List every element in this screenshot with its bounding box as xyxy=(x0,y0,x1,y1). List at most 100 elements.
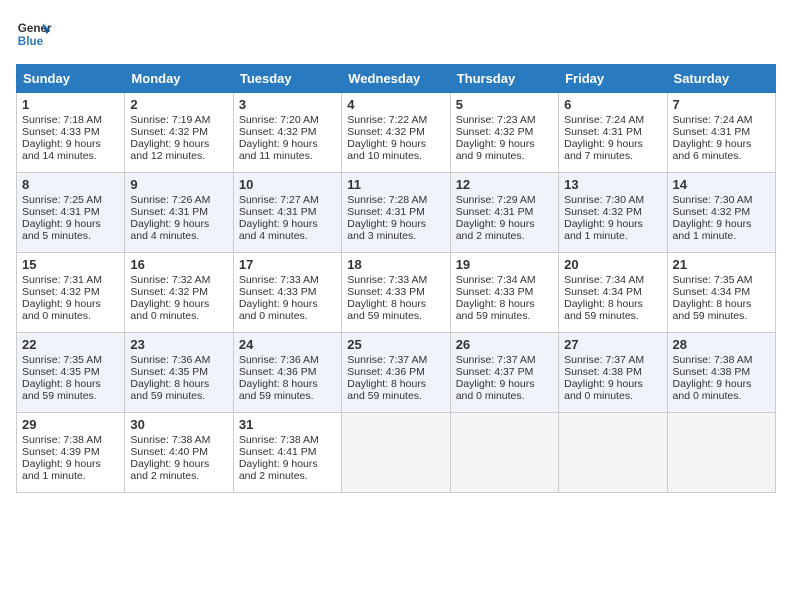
day-info: Sunrise: 7:33 AM xyxy=(347,274,444,286)
day-number: 23 xyxy=(130,337,227,352)
day-info: and 3 minutes. xyxy=(347,230,444,242)
day-number: 14 xyxy=(673,177,770,192)
calendar-cell: 16Sunrise: 7:32 AMSunset: 4:32 PMDayligh… xyxy=(125,253,233,333)
calendar-cell: 25Sunrise: 7:37 AMSunset: 4:36 PMDayligh… xyxy=(342,333,450,413)
day-number: 3 xyxy=(239,97,336,112)
day-info: and 4 minutes. xyxy=(239,230,336,242)
day-info: Sunset: 4:35 PM xyxy=(22,366,119,378)
day-info: Sunset: 4:38 PM xyxy=(673,366,770,378)
calendar-cell: 17Sunrise: 7:33 AMSunset: 4:33 PMDayligh… xyxy=(233,253,341,333)
day-info: Sunset: 4:31 PM xyxy=(22,206,119,218)
calendar-cell: 13Sunrise: 7:30 AMSunset: 4:32 PMDayligh… xyxy=(559,173,667,253)
day-info: Sunset: 4:32 PM xyxy=(239,126,336,138)
day-info: Daylight: 9 hours xyxy=(239,298,336,310)
day-info: and 2 minutes. xyxy=(130,470,227,482)
day-number: 29 xyxy=(22,417,119,432)
weekday-header-monday: Monday xyxy=(125,65,233,93)
logo: General Blue xyxy=(16,16,52,52)
calendar-cell: 31Sunrise: 7:38 AMSunset: 4:41 PMDayligh… xyxy=(233,413,341,493)
day-info: Sunrise: 7:37 AM xyxy=(347,354,444,366)
calendar-cell: 18Sunrise: 7:33 AMSunset: 4:33 PMDayligh… xyxy=(342,253,450,333)
calendar-cell: 5Sunrise: 7:23 AMSunset: 4:32 PMDaylight… xyxy=(450,93,558,173)
weekday-header-tuesday: Tuesday xyxy=(233,65,341,93)
day-info: and 59 minutes. xyxy=(456,310,553,322)
day-info: Sunrise: 7:19 AM xyxy=(130,114,227,126)
day-info: Sunrise: 7:30 AM xyxy=(673,194,770,206)
day-info: Sunrise: 7:34 AM xyxy=(564,274,661,286)
day-info: and 12 minutes. xyxy=(130,150,227,162)
day-number: 2 xyxy=(130,97,227,112)
day-info: Sunset: 4:36 PM xyxy=(239,366,336,378)
day-number: 31 xyxy=(239,417,336,432)
day-info: Daylight: 9 hours xyxy=(673,138,770,150)
day-info: and 4 minutes. xyxy=(130,230,227,242)
day-info: Sunset: 4:41 PM xyxy=(239,446,336,458)
day-number: 15 xyxy=(22,257,119,272)
day-info: Daylight: 8 hours xyxy=(22,378,119,390)
calendar-cell: 22Sunrise: 7:35 AMSunset: 4:35 PMDayligh… xyxy=(17,333,125,413)
day-info: Sunset: 4:37 PM xyxy=(456,366,553,378)
day-info: Daylight: 8 hours xyxy=(564,298,661,310)
day-info: and 11 minutes. xyxy=(239,150,336,162)
day-info: Daylight: 8 hours xyxy=(673,298,770,310)
day-info: Sunset: 4:40 PM xyxy=(130,446,227,458)
day-number: 13 xyxy=(564,177,661,192)
calendar-cell: 3Sunrise: 7:20 AMSunset: 4:32 PMDaylight… xyxy=(233,93,341,173)
day-number: 24 xyxy=(239,337,336,352)
day-info: and 59 minutes. xyxy=(347,390,444,402)
day-info: Sunrise: 7:24 AM xyxy=(673,114,770,126)
day-info: Sunrise: 7:18 AM xyxy=(22,114,119,126)
day-number: 19 xyxy=(456,257,553,272)
calendar-cell xyxy=(559,413,667,493)
day-info: Daylight: 9 hours xyxy=(22,138,119,150)
day-info: and 10 minutes. xyxy=(347,150,444,162)
day-info: Sunset: 4:36 PM xyxy=(347,366,444,378)
day-info: Sunrise: 7:38 AM xyxy=(239,434,336,446)
day-number: 6 xyxy=(564,97,661,112)
weekday-header-wednesday: Wednesday xyxy=(342,65,450,93)
calendar-cell: 27Sunrise: 7:37 AMSunset: 4:38 PMDayligh… xyxy=(559,333,667,413)
calendar-cell: 12Sunrise: 7:29 AMSunset: 4:31 PMDayligh… xyxy=(450,173,558,253)
day-number: 4 xyxy=(347,97,444,112)
day-info: Daylight: 8 hours xyxy=(130,378,227,390)
day-info: and 7 minutes. xyxy=(564,150,661,162)
day-info: Sunrise: 7:32 AM xyxy=(130,274,227,286)
day-number: 9 xyxy=(130,177,227,192)
day-info: Sunrise: 7:30 AM xyxy=(564,194,661,206)
week-row-1: 1Sunrise: 7:18 AMSunset: 4:33 PMDaylight… xyxy=(17,93,776,173)
day-info: Daylight: 9 hours xyxy=(239,138,336,150)
weekday-header-saturday: Saturday xyxy=(667,65,775,93)
day-info: Daylight: 9 hours xyxy=(456,218,553,230)
day-info: Daylight: 9 hours xyxy=(673,378,770,390)
day-info: Sunset: 4:34 PM xyxy=(673,286,770,298)
day-info: Sunset: 4:31 PM xyxy=(673,126,770,138)
calendar-cell: 20Sunrise: 7:34 AMSunset: 4:34 PMDayligh… xyxy=(559,253,667,333)
day-info: Sunrise: 7:23 AM xyxy=(456,114,553,126)
day-info: and 6 minutes. xyxy=(673,150,770,162)
day-info: Sunset: 4:33 PM xyxy=(456,286,553,298)
day-info: Daylight: 9 hours xyxy=(130,218,227,230)
day-info: Daylight: 8 hours xyxy=(456,298,553,310)
day-number: 11 xyxy=(347,177,444,192)
calendar-cell: 19Sunrise: 7:34 AMSunset: 4:33 PMDayligh… xyxy=(450,253,558,333)
day-info: Daylight: 9 hours xyxy=(347,138,444,150)
calendar-cell xyxy=(450,413,558,493)
day-info: Daylight: 9 hours xyxy=(130,138,227,150)
day-number: 25 xyxy=(347,337,444,352)
calendar-cell: 8Sunrise: 7:25 AMSunset: 4:31 PMDaylight… xyxy=(17,173,125,253)
day-info: Daylight: 9 hours xyxy=(22,298,119,310)
day-info: Sunset: 4:35 PM xyxy=(130,366,227,378)
week-row-2: 8Sunrise: 7:25 AMSunset: 4:31 PMDaylight… xyxy=(17,173,776,253)
week-row-4: 22Sunrise: 7:35 AMSunset: 4:35 PMDayligh… xyxy=(17,333,776,413)
day-number: 12 xyxy=(456,177,553,192)
day-info: Sunset: 4:31 PM xyxy=(130,206,227,218)
day-info: Sunrise: 7:24 AM xyxy=(564,114,661,126)
week-row-3: 15Sunrise: 7:31 AMSunset: 4:32 PMDayligh… xyxy=(17,253,776,333)
day-info: and 59 minutes. xyxy=(22,390,119,402)
day-info: Sunset: 4:32 PM xyxy=(130,286,227,298)
calendar-cell: 1Sunrise: 7:18 AMSunset: 4:33 PMDaylight… xyxy=(17,93,125,173)
calendar-table: SundayMondayTuesdayWednesdayThursdayFrid… xyxy=(16,64,776,493)
day-info: and 9 minutes. xyxy=(456,150,553,162)
day-number: 17 xyxy=(239,257,336,272)
day-number: 16 xyxy=(130,257,227,272)
